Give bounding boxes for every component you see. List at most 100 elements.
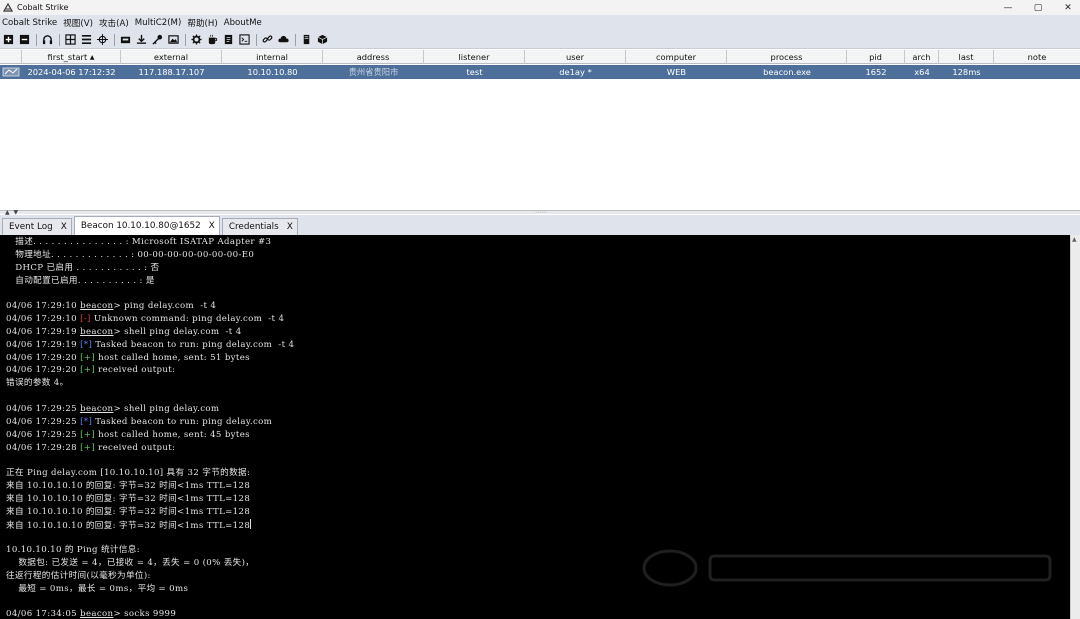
column-header-internal[interactable]: internal <box>222 50 323 64</box>
new-connection-icon[interactable] <box>2 33 15 46</box>
server-icon[interactable] <box>300 33 313 46</box>
column-header-note[interactable]: note <box>994 50 1080 64</box>
cell-first-start: 2024-04-06 17:12:32 <box>27 67 116 77</box>
column-header-process[interactable]: process <box>727 50 847 64</box>
message-text: host called home, sent: 51 bytes <box>95 352 250 363</box>
pivot-graph-icon[interactable] <box>64 33 77 46</box>
console-line: 04/06 17:34:05 beacon> socks 9999 <box>6 608 1070 619</box>
menu-help[interactable]: 帮助(H) <box>187 17 217 29</box>
beacon-prompt: beacon <box>80 326 114 337</box>
title-bar: Cobalt Strike <box>0 0 1080 15</box>
column-header-last[interactable]: last <box>939 50 994 64</box>
message-text: Unknown command: ping delay.com -t 4 <box>90 314 285 325</box>
downloads-icon[interactable] <box>135 33 148 46</box>
console-line: 来自 10.10.10.10 的回复: 字节=32 时间<1ms TTL=128 <box>6 518 1070 532</box>
console-line: 04/06 17:29:25 beacon> shell ping delay.… <box>6 403 1070 416</box>
timestamp: 04/06 17:34:05 <box>6 609 77 619</box>
credentials-icon[interactable] <box>119 33 132 46</box>
timestamp: 04/06 17:29:20 <box>6 365 77 376</box>
tab-event-log[interactable]: Event Log X <box>2 218 72 235</box>
cell-computer: WEB <box>666 67 687 77</box>
close-tab-button[interactable]: X <box>287 222 293 232</box>
close-tab-button[interactable]: X <box>61 222 67 232</box>
beacon-prompt: beacon <box>80 403 114 414</box>
screenshot-icon[interactable] <box>167 33 180 46</box>
table-row[interactable]: 2024-04-06 17:12:32 117.188.17.107 10.10… <box>0 65 1080 79</box>
close-window-button[interactable]: ✕ <box>1054 0 1080 15</box>
toolbar-separator <box>114 33 115 46</box>
menu-multic2[interactable]: MultiC2(M) <box>135 18 182 28</box>
message-text: received output: <box>95 365 176 376</box>
console-tab-bar: Event Log X Beacon 10.10.10.80@1652 X Cr… <box>0 215 1080 235</box>
session-table-icon[interactable] <box>80 33 93 46</box>
beacon-prompt: beacon <box>80 301 114 312</box>
cobalt-strike-logo-icon <box>2 2 14 13</box>
cell-external: 117.188.17.107 <box>138 67 205 77</box>
console-line: 物理地址. . . . . . . . . . . . . : 00-00-00… <box>6 249 255 260</box>
message-text: received output: <box>95 442 176 453</box>
cell-address: 贵州省贵阳市 <box>348 67 399 77</box>
console-line: 04/06 17:29:10 beacon> ping delay.com -t… <box>6 300 1070 313</box>
cell-process: beacon.exe <box>763 67 811 77</box>
console-icon[interactable] <box>238 33 251 46</box>
console-scrollbar[interactable]: ▲ <box>1070 235 1080 619</box>
toolbar <box>0 31 1080 49</box>
column-header-icon[interactable] <box>0 50 22 64</box>
column-header-computer[interactable]: computer <box>626 50 727 64</box>
toolbar-separator <box>295 33 296 46</box>
cube-icon[interactable] <box>316 33 329 46</box>
targets-icon[interactable] <box>96 33 109 46</box>
note-icon[interactable] <box>222 33 235 46</box>
column-header-user[interactable]: user <box>525 50 626 64</box>
tab-label: Credentials <box>228 222 279 232</box>
column-header-pid[interactable]: pid <box>847 50 905 64</box>
cloud-icon[interactable] <box>277 33 290 46</box>
timestamp: 04/06 17:29:10 <box>6 301 77 312</box>
scroll-up-icon[interactable]: ▲ <box>1072 236 1077 243</box>
text-cursor <box>250 518 252 529</box>
column-header-arch[interactable]: arch <box>905 50 939 64</box>
console-line: 错误的参数 4。 <box>6 378 69 389</box>
toolbar-separator <box>59 33 60 46</box>
column-header-address[interactable]: address <box>323 50 424 64</box>
timestamp: 04/06 17:29:25 <box>6 416 77 427</box>
info-tag: [*] <box>80 416 93 427</box>
settings-icon[interactable] <box>190 33 203 46</box>
beacon-prompt: beacon <box>80 609 114 619</box>
cell-last: 128ms <box>952 67 981 77</box>
maximize-button[interactable]: ▢ <box>1024 0 1052 15</box>
menu-attacks[interactable]: 攻击(A) <box>99 17 129 29</box>
column-header-listener[interactable]: listener <box>424 50 525 64</box>
command-text: > shell ping delay.com <box>113 403 220 414</box>
menu-aboutme[interactable]: AboutMe <box>224 18 262 28</box>
coffee-icon[interactable] <box>206 33 219 46</box>
command-text: > ping delay.com -t 4 <box>113 301 217 312</box>
column-header-first-start[interactable]: first_start ▲ <box>22 50 121 64</box>
tab-label: Event Log <box>9 222 53 232</box>
beacon-session-icon <box>0 65 22 79</box>
toolbar-separator <box>256 33 257 46</box>
error-tag: [-] <box>80 314 91 325</box>
console-line: 04/06 17:29:19 [*] Tasked beacon to run:… <box>6 339 1070 352</box>
toolbar-separator <box>185 33 186 46</box>
tab-credentials[interactable]: Credentials X <box>221 218 298 235</box>
key-icon[interactable] <box>151 33 164 46</box>
close-tab-button[interactable]: X <box>209 221 215 231</box>
console-line-text: 来自 10.10.10.10 的回复: 字节=32 时间<1ms TTL=128 <box>6 520 251 531</box>
menu-view[interactable]: 视图(V) <box>63 17 93 29</box>
disconnect-icon[interactable] <box>18 33 31 46</box>
minimize-button[interactable]: — <box>994 0 1022 15</box>
console-line: 描述. . . . . . . . . . . . . . . : Micros… <box>6 237 272 247</box>
menu-cobalt-strike[interactable]: Cobalt Strike <box>2 18 57 28</box>
tab-beacon[interactable]: Beacon 10.10.10.80@1652 X <box>73 216 220 235</box>
console-line: 04/06 17:29:20 [+] host called home, sen… <box>6 352 1070 365</box>
cell-user: de1ay * <box>559 67 592 77</box>
link-icon[interactable] <box>261 33 274 46</box>
headphones-icon[interactable] <box>41 33 54 46</box>
column-header-external[interactable]: external <box>121 50 222 64</box>
